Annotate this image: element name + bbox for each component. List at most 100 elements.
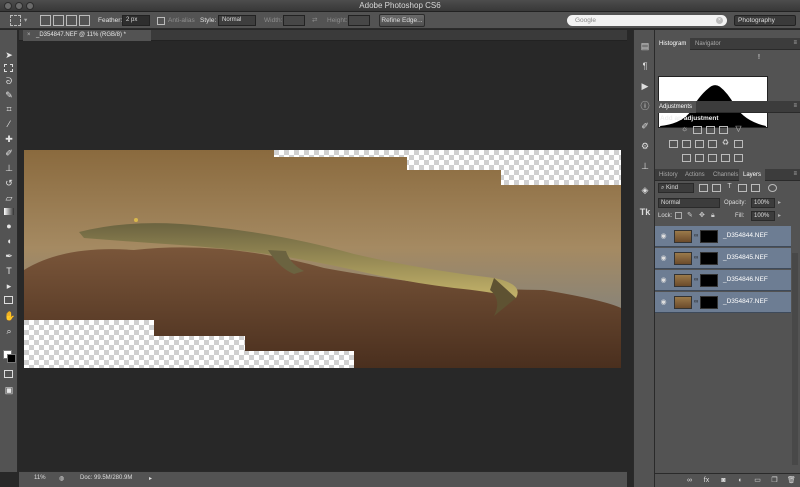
clone-stamp-tool-icon[interactable]: ⊥ <box>4 163 14 173</box>
filter-pixel-icon[interactable] <box>699 184 708 192</box>
hand-tool-icon[interactable]: ✋ <box>4 311 15 321</box>
status-info-icon[interactable]: ◍ <box>59 475 64 482</box>
type-tool-icon[interactable]: T <box>4 266 14 276</box>
actions-dock-icon[interactable]: ▶ <box>639 80 651 92</box>
tab-histogram[interactable]: Histogram <box>655 38 691 50</box>
swap-dimensions-icon[interactable]: ⇄ <box>312 15 317 26</box>
zoom-level[interactable]: 11% <box>34 475 46 481</box>
tab-actions[interactable]: Actions <box>681 169 709 181</box>
blur-tool-icon[interactable]: ● <box>4 221 14 231</box>
new-adjustment-layer-icon[interactable]: ◐ <box>736 477 745 485</box>
exposure-icon[interactable] <box>719 126 728 134</box>
search-input[interactable]: Google × <box>567 15 727 26</box>
crop-tool-icon[interactable]: ⌗ <box>4 104 14 114</box>
screen-mode-icon[interactable]: ▣ <box>4 385 14 395</box>
history-dock-icon[interactable]: ▤ <box>639 40 651 52</box>
tool-presets-dock-icon[interactable]: ⚙ <box>639 140 651 152</box>
visibility-eye-icon[interactable]: ◉ <box>659 254 668 263</box>
brush-tool-icon[interactable]: ✐ <box>4 148 14 158</box>
layer-name[interactable]: _D354844.NEF <box>723 232 768 239</box>
new-layer-icon[interactable]: ❐ <box>770 477 779 485</box>
width-input[interactable] <box>283 15 305 26</box>
marquee-preset-icon[interactable] <box>10 15 21 26</box>
intersect-selection-icon[interactable] <box>79 15 90 26</box>
filter-toggle-icon[interactable] <box>768 184 777 192</box>
path-selection-tool-icon[interactable]: ▸ <box>4 281 14 291</box>
mask-link-icon[interactable]: ∞ <box>694 255 698 261</box>
tab-adjustments[interactable]: Adjustments <box>655 101 697 113</box>
history-brush-tool-icon[interactable]: ↺ <box>4 178 14 188</box>
background-color-swatch[interactable] <box>7 354 16 363</box>
refine-edge-button[interactable]: Refine Edge... <box>379 14 425 27</box>
lock-all-icon[interactable]: 🔒︎ <box>711 212 718 219</box>
add-to-selection-icon[interactable] <box>53 15 64 26</box>
vibrance-icon[interactable]: ▽ <box>734 125 743 134</box>
layers-panel-menu-icon[interactable]: ≡ <box>793 171 797 177</box>
new-selection-icon[interactable] <box>40 15 51 26</box>
filter-adjustment-icon[interactable] <box>712 184 721 192</box>
new-group-icon[interactable]: ▭ <box>753 477 762 485</box>
visibility-eye-icon[interactable]: ◉ <box>659 298 668 307</box>
filter-smart-object-icon[interactable] <box>751 184 760 192</box>
lock-image-pixels-icon[interactable]: ✎ <box>687 212 694 219</box>
layer-row[interactable]: ◉ ∞ _D354845.NEF <box>655 248 791 269</box>
adjustments-panel-menu-icon[interactable]: ≡ <box>793 103 797 109</box>
zoom-tool-icon[interactable]: ⌕ <box>4 326 14 336</box>
fill-slider-arrow-icon[interactable]: ▸ <box>778 211 781 221</box>
3d-dock-icon[interactable]: ◈ <box>639 184 651 196</box>
healing-brush-tool-icon[interactable]: ✚ <box>4 134 14 144</box>
filter-shape-icon[interactable] <box>738 184 747 192</box>
visibility-eye-icon[interactable]: ◉ <box>659 232 668 241</box>
mask-link-icon[interactable]: ∞ <box>694 299 698 305</box>
feather-input[interactable]: 2 px <box>122 15 150 26</box>
brush-presets-dock-icon[interactable]: ✐ <box>639 120 651 132</box>
quick-mask-icon[interactable] <box>4 370 13 378</box>
black-white-icon[interactable] <box>695 140 704 148</box>
workspace-switcher[interactable]: Photography <box>734 15 796 26</box>
color-lookup-icon[interactable] <box>734 140 743 148</box>
layer-row[interactable]: ◉ ∞ _D354844.NEF <box>655 226 791 247</box>
histogram-warning-icon[interactable]: ! <box>758 54 760 61</box>
clone-source-dock-icon[interactable]: ⊥ <box>639 160 651 172</box>
anti-alias-checkbox[interactable] <box>157 17 165 25</box>
photo-filter-icon[interactable] <box>708 140 717 148</box>
layer-row[interactable]: ◉ ∞ _D354847.NEF <box>655 292 791 313</box>
layer-style-icon[interactable]: fx <box>702 477 711 485</box>
layers-scrollbar[interactable] <box>792 253 798 465</box>
info-dock-icon[interactable]: ⓘ <box>639 100 651 112</box>
layer-name[interactable]: _D354847.NEF <box>723 298 768 305</box>
layer-row[interactable]: ◉ ∞ _D354846.NEF <box>655 270 791 291</box>
layer-name[interactable]: _D354846.NEF <box>723 276 768 283</box>
opacity-slider-arrow-icon[interactable]: ▸ <box>778 198 781 208</box>
height-input[interactable] <box>348 15 370 26</box>
selective-color-icon[interactable] <box>721 154 730 162</box>
brightness-contrast-icon[interactable]: ☼ <box>680 125 689 134</box>
layer-filter-select[interactable]: ⌕ Kind <box>658 183 694 193</box>
pen-tool-icon[interactable]: ✒ <box>4 251 14 261</box>
eyedropper-tool-icon[interactable]: ⁄ <box>4 119 14 129</box>
lasso-tool-icon[interactable]: ᘐ <box>4 76 14 86</box>
marquee-tool-icon[interactable] <box>4 64 13 72</box>
close-document-icon[interactable]: × <box>27 30 31 41</box>
link-layers-icon[interactable]: ∞ <box>685 477 694 485</box>
move-tool-icon[interactable]: ➤ <box>4 50 14 60</box>
invert-icon[interactable] <box>682 154 691 162</box>
opacity-input[interactable]: 100% <box>751 198 775 208</box>
delete-layer-icon[interactable]: 🗑︎ <box>787 477 796 485</box>
layer-mask-thumbnail[interactable] <box>700 274 718 287</box>
tab-layers[interactable]: Layers <box>739 169 766 181</box>
blend-mode-select[interactable]: Normal <box>658 198 720 208</box>
paragraph-dock-icon[interactable]: ¶ <box>639 60 651 72</box>
hue-saturation-icon[interactable] <box>669 140 678 148</box>
canvas-area[interactable] <box>19 42 627 471</box>
channel-mixer-icon[interactable]: ♻ <box>721 139 730 148</box>
gradient-map-icon[interactable] <box>734 154 743 162</box>
curves-icon[interactable] <box>706 126 715 134</box>
levels-icon[interactable] <box>693 126 702 134</box>
histogram-panel-menu-icon[interactable]: ≡ <box>793 40 797 46</box>
gradient-tool-icon[interactable] <box>4 208 14 215</box>
status-menu-arrow-icon[interactable]: ▸ <box>149 475 152 482</box>
eraser-tool-icon[interactable]: ▱ <box>4 193 14 203</box>
quick-selection-tool-icon[interactable]: ✎ <box>4 90 14 100</box>
rectangle-tool-icon[interactable] <box>4 296 13 304</box>
